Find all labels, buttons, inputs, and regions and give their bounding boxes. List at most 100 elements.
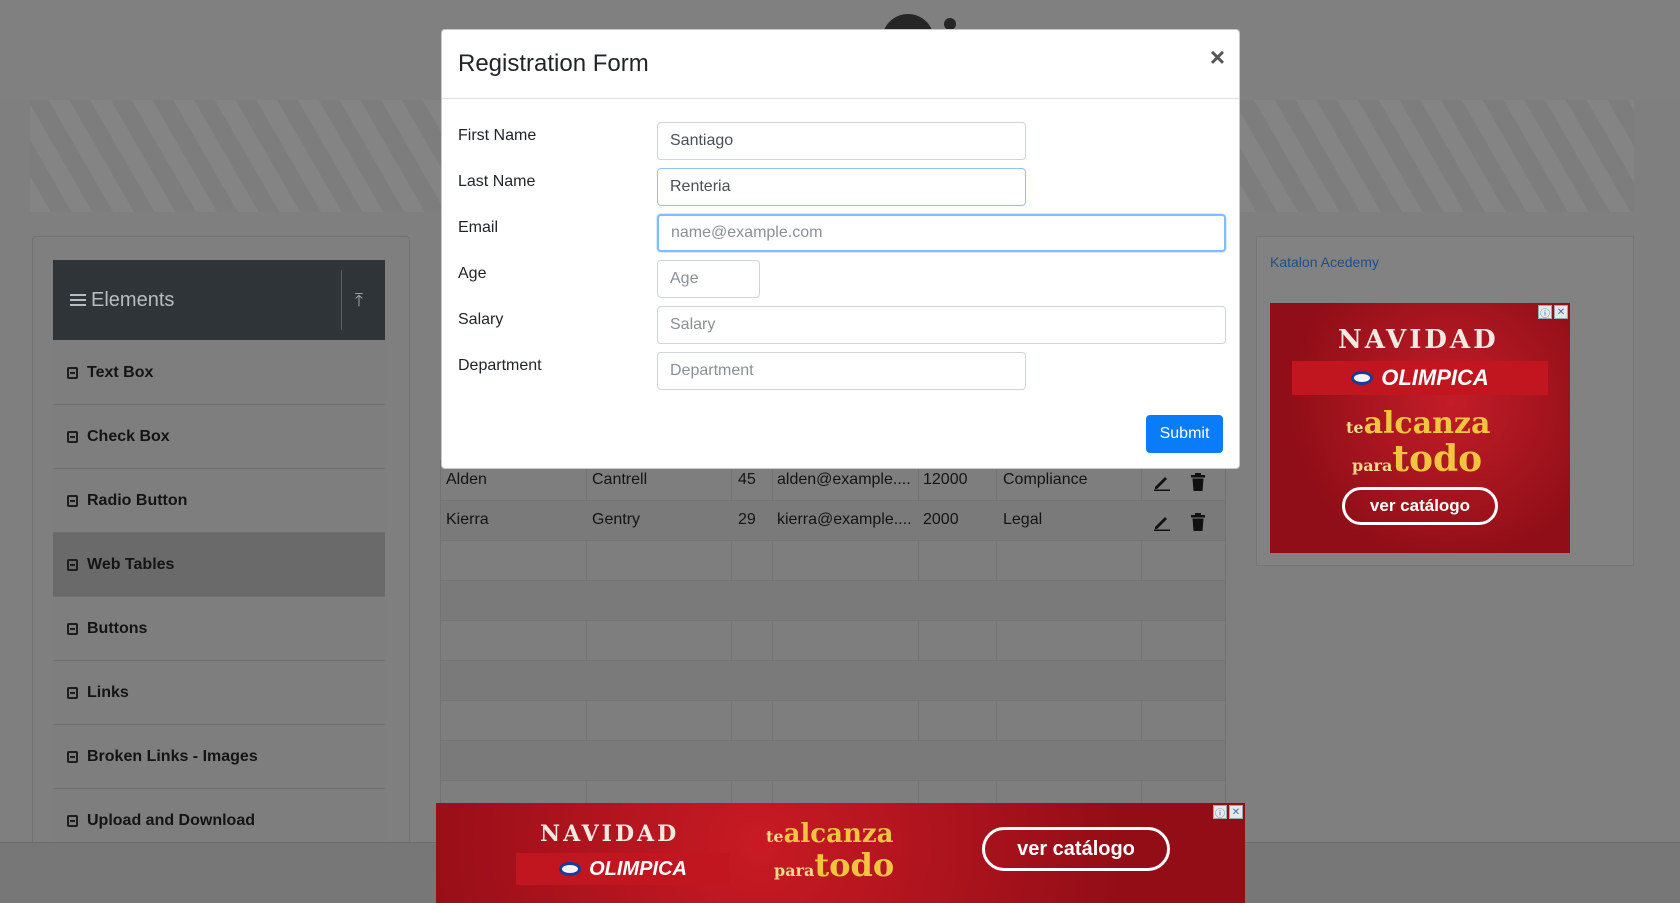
- submit-button[interactable]: Submit: [1146, 415, 1223, 453]
- bottom-advertisement[interactable]: ⓘ ✕ NAVIDAD OLIMPICA tealcanza paratodo …: [436, 803, 1245, 903]
- age-row: Age: [458, 260, 1228, 300]
- cell-email: kierra@example....: [777, 511, 912, 528]
- katalon-academy-link[interactable]: Katalon Acedemy: [1270, 254, 1379, 270]
- ad-catalog-button[interactable]: ver catálogo: [982, 827, 1170, 871]
- department-input[interactable]: [657, 352, 1026, 390]
- cell-department: Compliance: [1003, 471, 1088, 488]
- cell-age: 29: [738, 511, 756, 528]
- table-row: Kierra Gentry 29 kierra@example.... 2000…: [441, 501, 1225, 541]
- table-row-empty: [441, 661, 1225, 701]
- ad-slogan-te: te: [766, 827, 784, 846]
- file-icon: [67, 558, 78, 571]
- sidebar-item-label: Upload and Download: [87, 811, 255, 829]
- age-label: Age: [458, 265, 487, 282]
- sidebar-item-label: Web Tables: [87, 555, 175, 573]
- ad-slogan: tealcanza: [1346, 409, 1490, 439]
- upload-icon[interactable]: ⤒: [355, 290, 363, 311]
- file-icon: [67, 750, 78, 763]
- pencil-icon[interactable]: [1153, 473, 1171, 491]
- hamburger-icon: [70, 294, 86, 306]
- salary-input[interactable]: [657, 306, 1226, 344]
- ad-brand-box: OLIMPICA: [516, 853, 730, 885]
- cell-salary: 2000: [923, 511, 959, 528]
- file-icon: [67, 366, 78, 379]
- cell-last-name: Cantrell: [592, 471, 648, 488]
- table-row-empty: [441, 541, 1225, 581]
- ad-slogan-te: te: [1346, 418, 1364, 437]
- file-icon: [67, 622, 78, 635]
- ad-slogan-main: alcanza: [783, 819, 894, 849]
- salary-label: Salary: [458, 311, 504, 328]
- trash-icon[interactable]: [1189, 513, 1207, 531]
- file-icon: [67, 430, 78, 443]
- close-icon[interactable]: ✕: [1554, 305, 1568, 319]
- olimpica-logo-icon: [559, 862, 582, 876]
- modal-title: Registration Form: [458, 50, 649, 77]
- sidebar-item-label: Text Box: [87, 363, 154, 381]
- ad-slogan: tealcanza: [766, 821, 894, 847]
- sidebar-item-label: Broken Links - Images: [87, 747, 258, 765]
- table-row-empty: [441, 581, 1225, 621]
- sidebar-item-label: Check Box: [87, 427, 170, 445]
- department-label: Department: [458, 357, 542, 374]
- ad-slogan-para: para: [1352, 456, 1393, 475]
- trash-icon[interactable]: [1189, 473, 1207, 491]
- file-icon: [67, 686, 78, 699]
- ad-slogan-line2: paratodo: [1352, 441, 1482, 477]
- salary-row: Salary: [458, 306, 1228, 346]
- sidebar-item-web-tables[interactable]: Web Tables: [53, 533, 385, 597]
- cell-first-name: Alden: [446, 471, 487, 488]
- ad-slogan-line2: paratodo: [774, 849, 894, 881]
- ad-slogan-todo: todo: [1392, 438, 1483, 480]
- info-icon[interactable]: ⓘ: [1538, 305, 1552, 320]
- cell-email: alden@example....: [777, 471, 911, 488]
- close-icon[interactable]: ×: [1210, 44, 1225, 70]
- olimpica-logo-icon: [1351, 371, 1374, 385]
- group-title: Elements: [91, 288, 175, 311]
- sidebar-item-broken-links[interactable]: Broken Links - Images: [53, 725, 385, 789]
- email-row: Email: [458, 214, 1228, 254]
- sidebar-menu: Text Box Check Box Radio Button Web Tabl…: [53, 341, 385, 853]
- ad-slogan-main: alcanza: [1363, 406, 1491, 441]
- ad-brand-text: OLIMPICA: [589, 857, 687, 880]
- info-icon[interactable]: ⓘ: [1213, 805, 1227, 820]
- divider: [341, 270, 342, 330]
- sidebar-item-check-box[interactable]: Check Box: [53, 405, 385, 469]
- modal-header: Registration Form ×: [442, 30, 1239, 99]
- cell-department: Legal: [1003, 511, 1043, 528]
- ad-badge: ⓘ ✕: [1213, 805, 1243, 820]
- ad-badge: ⓘ ✕: [1538, 305, 1568, 320]
- first-name-row: First Name: [458, 122, 1228, 162]
- sidebar-item-label: Links: [87, 683, 129, 701]
- web-table: Alden Cantrell 45 alden@example.... 1200…: [440, 460, 1226, 805]
- first-name-input[interactable]: [657, 122, 1026, 160]
- ad-catalog-button[interactable]: ver catálogo: [1342, 487, 1498, 525]
- sidebar-item-links[interactable]: Links: [53, 661, 385, 725]
- pencil-icon[interactable]: [1153, 513, 1171, 531]
- registration-modal: Registration Form × First Name Last Name…: [441, 29, 1240, 469]
- close-icon[interactable]: ✕: [1229, 805, 1243, 819]
- elements-group-header[interactable]: Elements ⤒: [53, 260, 385, 340]
- table-row-empty: [441, 621, 1225, 661]
- last-name-input[interactable]: [657, 168, 1026, 206]
- sidebar-item-buttons[interactable]: Buttons: [53, 597, 385, 661]
- age-input[interactable]: [657, 260, 760, 298]
- email-label: Email: [458, 219, 499, 236]
- cell-salary: 12000: [923, 471, 968, 488]
- last-name-label: Last Name: [458, 173, 536, 190]
- ad-navidad-text: NAVIDAD: [540, 821, 680, 847]
- cell-age: 45: [738, 471, 756, 488]
- sidebar-item-radio-button[interactable]: Radio Button: [53, 469, 385, 533]
- first-name-label: First Name: [458, 127, 537, 144]
- side-advertisement[interactable]: ⓘ ✕ NAVIDAD OLIMPICA tealcanza paratodo …: [1270, 303, 1570, 553]
- sidebar-item-text-box[interactable]: Text Box: [53, 341, 385, 405]
- ad-slogan-para: para: [774, 861, 815, 880]
- ad-brand-text: OLIMPICA: [1381, 365, 1489, 390]
- file-icon: [67, 814, 78, 827]
- sidebar-item-label: Radio Button: [87, 491, 188, 509]
- ad-slogan-todo: todo: [814, 846, 895, 884]
- table-row-empty: [441, 741, 1225, 781]
- table-row-empty: [441, 701, 1225, 741]
- last-name-row: Last Name: [458, 168, 1228, 208]
- email-input[interactable]: [657, 214, 1226, 252]
